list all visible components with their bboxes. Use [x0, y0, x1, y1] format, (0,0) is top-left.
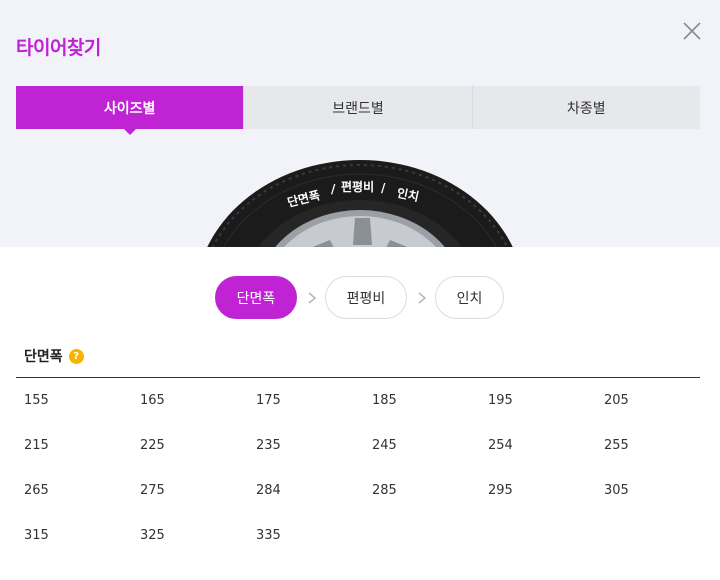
size-option[interactable]: 175: [248, 378, 364, 423]
size-option[interactable]: 275: [132, 468, 248, 513]
step-selector: 단면폭 편평비 인치: [0, 276, 720, 320]
size-option[interactable]: 235: [248, 423, 364, 468]
tire-label-width: 단면폭: [285, 188, 322, 210]
step-inch[interactable]: 인치: [435, 276, 504, 319]
size-grid: 155 165 175 185 195 205 215 225 235 245 …: [16, 378, 700, 558]
size-option[interactable]: 305: [596, 468, 712, 513]
section-header: 단면폭 ?: [24, 346, 84, 366]
size-option[interactable]: 205: [596, 378, 712, 423]
tire-label-separator: /: [331, 182, 336, 196]
size-option[interactable]: 265: [16, 468, 132, 513]
size-option[interactable]: 225: [132, 423, 248, 468]
tire-label-separator: /: [381, 181, 386, 195]
size-option[interactable]: 315: [16, 513, 132, 558]
header-area: 타이어찾기 사이즈별 브랜드별 차종별 단면폭 / 편평비 / 인치: [0, 0, 720, 247]
step-width[interactable]: 단면폭: [215, 276, 297, 319]
help-icon[interactable]: ?: [68, 348, 84, 364]
section-title: 단면폭: [24, 349, 63, 365]
page-title: 타이어찾기: [16, 37, 101, 59]
tab-vehicle[interactable]: 차종별: [473, 86, 700, 129]
tire-label-aspect: 편평비: [341, 180, 375, 194]
chevron-right-icon: [418, 292, 427, 304]
size-option[interactable]: 165: [132, 378, 248, 423]
step-aspect-ratio[interactable]: 편평비: [325, 276, 407, 319]
tire-label-inch: 인치: [395, 185, 421, 205]
size-option[interactable]: 185: [364, 378, 480, 423]
tire-size-labels: 단면폭 / 편평비 / 인치: [285, 178, 445, 210]
close-icon[interactable]: [680, 19, 704, 43]
tab-brand[interactable]: 브랜드별: [244, 86, 473, 129]
size-option[interactable]: 325: [132, 513, 248, 558]
chevron-right-icon: [308, 292, 317, 304]
size-option[interactable]: 155: [16, 378, 132, 423]
search-tabs: 사이즈별 브랜드별 차종별: [16, 86, 700, 135]
size-option[interactable]: 215: [16, 423, 132, 468]
size-option[interactable]: 295: [480, 468, 596, 513]
size-option[interactable]: 245: [364, 423, 480, 468]
size-option[interactable]: 285: [364, 468, 480, 513]
size-option[interactable]: 335: [248, 513, 364, 558]
size-option[interactable]: 195: [480, 378, 596, 423]
size-option[interactable]: 284: [248, 468, 364, 513]
size-option[interactable]: 254: [480, 423, 596, 468]
size-option[interactable]: 255: [596, 423, 712, 468]
tab-size[interactable]: 사이즈별: [16, 86, 245, 135]
